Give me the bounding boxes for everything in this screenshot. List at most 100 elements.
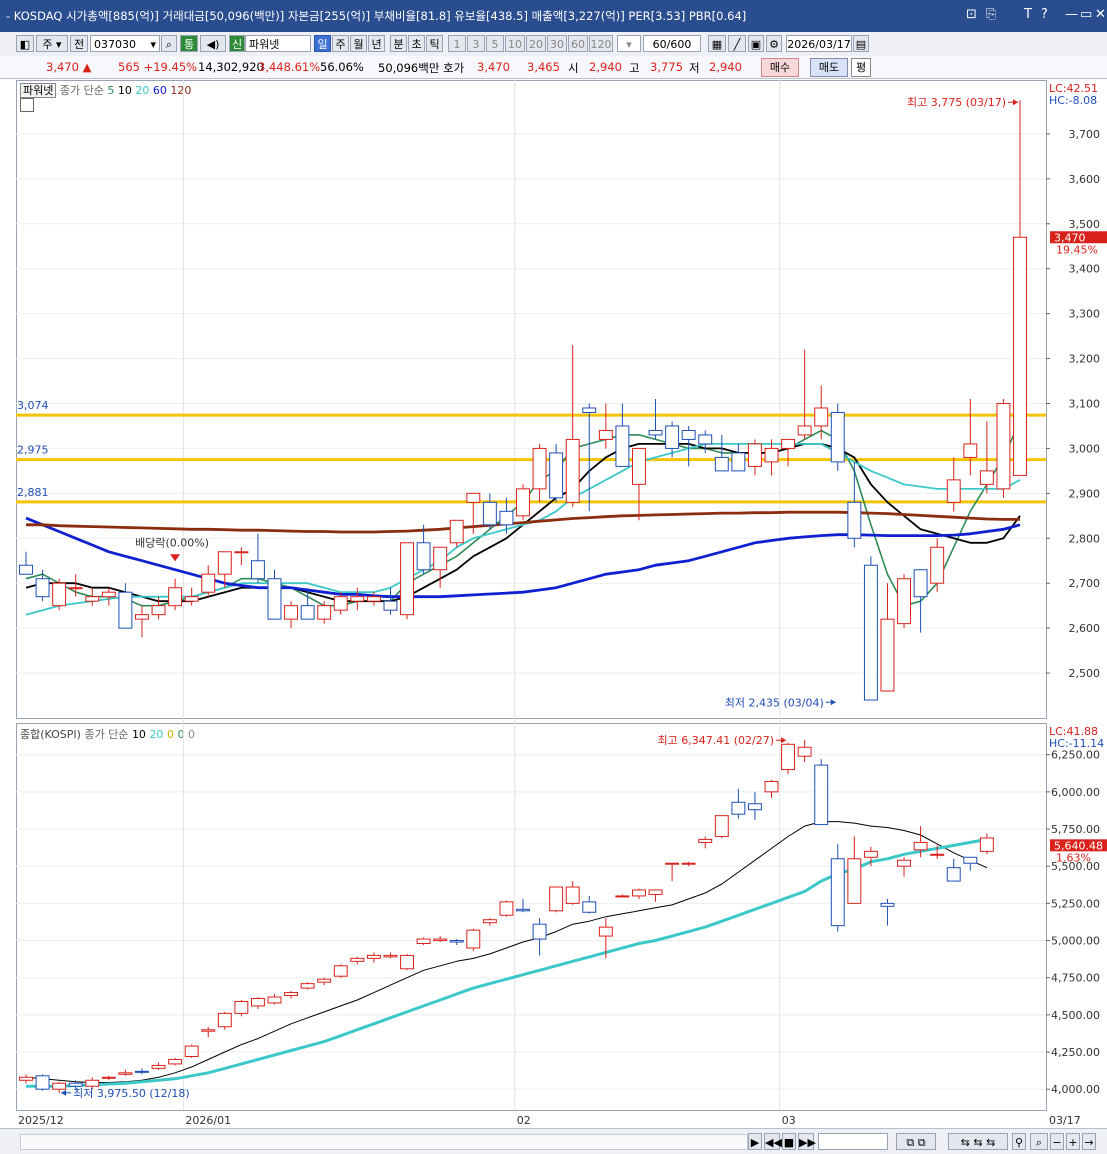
period-month-tab[interactable]: 월 [350, 35, 367, 52]
indicator-icon[interactable]: ⇆ ⇆ ⇆ [948, 1133, 1008, 1150]
kospi-legend-ma-a: 0 [166, 728, 174, 741]
kospi-legend-ma-c: 0 [187, 728, 195, 741]
average-button[interactable]: 평 [851, 58, 871, 77]
y-tick-label: 4,500.00 [1051, 1009, 1100, 1022]
chart-menu-icon[interactable]: ◧ [16, 35, 34, 52]
pane-settings-icon[interactable] [20, 98, 34, 112]
kospi-pane [16, 723, 1047, 1111]
stock-code-input[interactable]: 037030 ▾ [90, 35, 160, 52]
y-tick-label: 4,750.00 [1051, 972, 1100, 985]
tile-icon[interactable]: ⧉ ⧉ [896, 1133, 936, 1150]
kospi-hc-label: HC:-11.14 [1049, 737, 1105, 750]
market-select[interactable]: 주 ▾ [36, 35, 68, 52]
speaker-icon[interactable]: ◀) [200, 35, 226, 52]
kospi-legend-title[interactable]: 종합(KOSPI) [20, 728, 81, 741]
count-field[interactable]: 60/600 [643, 35, 701, 52]
last-price-label: 3,470 [1054, 231, 1086, 244]
rewind-icon[interactable]: ◀◀ [764, 1133, 782, 1150]
buy-button[interactable]: 매수 [761, 58, 799, 77]
draw-icon[interactable]: ╱ [728, 35, 746, 52]
play-icon[interactable]: ▶ [748, 1133, 762, 1150]
save-icon[interactable]: ▣ [748, 35, 764, 52]
minute-10-button[interactable]: 10 [505, 35, 525, 52]
trade-amount: 50,096백만 [378, 61, 440, 75]
open-price: 2,940 [589, 60, 622, 74]
minimize-icon[interactable]: — [1065, 7, 1078, 22]
sell-button[interactable]: 매도 [810, 58, 848, 77]
period-day-tab[interactable]: 일 [314, 35, 331, 52]
last-price-pct: 1.63% [1056, 851, 1091, 864]
high-price: 3,775 [650, 60, 683, 74]
calendar-icon[interactable]: ▤ [853, 35, 869, 52]
legend-ma120: 120 [170, 84, 192, 97]
quote-bar: 3,470 ▲ 565 +19.45% 14,302,920 3,448.61%… [0, 56, 1107, 79]
volume: 14,302,920 [198, 60, 264, 74]
arrow-right-icon[interactable]: → [1082, 1133, 1096, 1150]
tools-icon[interactable]: ▦ [708, 35, 726, 52]
y-tick-label: 2,800 [1069, 532, 1101, 545]
legend-ma60: 60 [152, 84, 167, 97]
help-icon[interactable]: ? [1041, 7, 1048, 22]
kospi-legend: 종합(KOSPI) 종가 단순 10 20 0 0 0 [20, 726, 195, 742]
zoom-slider[interactable] [818, 1133, 888, 1150]
sync-button[interactable]: 통 [180, 35, 198, 52]
stock-code-value: 037030 [94, 38, 136, 51]
chart-toolbar: ◧ 주 ▾ 전 037030 ▾ ⌕ 통 ◀) 신 파워넷 일 주 월 년 분 초… [0, 32, 1107, 57]
minute-60-button[interactable]: 60 [568, 35, 588, 52]
forward-icon[interactable]: ▶▶ [798, 1133, 816, 1150]
y-tick-label: 4,250.00 [1051, 1046, 1100, 1059]
last-price-tag [1050, 839, 1107, 852]
zoom-icon[interactable]: ⚲ [1012, 1133, 1026, 1150]
y-tick-label: 2,700 [1069, 577, 1101, 590]
y-tick-label: 3,300 [1069, 308, 1101, 321]
period-year-tab[interactable]: 년 [368, 35, 385, 52]
zoom-in-icon[interactable]: + [1066, 1133, 1080, 1150]
main-legend: 파워넷 종가 단순 5 10 20 60 120 [20, 82, 191, 98]
y-tick-label: 3,500 [1069, 218, 1101, 231]
period-minute-tab[interactable]: 분 [390, 35, 407, 52]
y-tick-label: 3,600 [1069, 173, 1101, 186]
date-field[interactable]: 2026/03/17 [786, 35, 852, 52]
zoom-out-icon[interactable]: − [1050, 1133, 1064, 1150]
maximize-icon[interactable]: ▭ [1080, 7, 1092, 22]
window-titlebar: - KOSDAQ 시가총액[885(억)] 거래대금[50,096(백만)] 자… [0, 0, 1107, 32]
volume-ratio: 3,448.61% [258, 60, 321, 74]
search-zoom-icon[interactable]: ⌕ [1030, 1133, 1048, 1150]
minute-120-button[interactable]: 120 [589, 35, 613, 52]
new-badge: 신 [229, 35, 245, 52]
x-tick-label: 03/17 [1049, 1114, 1081, 1127]
ask-price: 3,470 [477, 60, 510, 74]
close-icon[interactable]: ✕ [1095, 7, 1106, 22]
text-icon[interactable]: T [1024, 7, 1032, 22]
scroll-track[interactable] [20, 1134, 748, 1150]
stock-name-field[interactable]: 파워넷 [245, 35, 311, 52]
x-tick-label: 2026/01 [185, 1114, 231, 1127]
copy-icon[interactable]: ⎘ [986, 7, 996, 22]
last-price-pct: 19.45% [1056, 243, 1098, 256]
gear-icon[interactable]: ⚙ [766, 35, 782, 52]
minute-3-button[interactable]: 3 [467, 35, 485, 52]
layout-icon[interactable]: ⊡ [966, 7, 977, 22]
stop-icon[interactable]: ■ [782, 1133, 796, 1150]
minute-5-button[interactable]: 5 [486, 35, 504, 52]
period-second-tab[interactable]: 초 [408, 35, 425, 52]
y-tick-label: 2,900 [1069, 487, 1101, 500]
period-tick-tab[interactable]: 틱 [426, 35, 443, 52]
custom-period-select[interactable]: ▾ [617, 35, 641, 52]
main-hc-label: HC:-8.08 [1049, 94, 1098, 107]
x-tick-label: 03 [782, 1114, 796, 1127]
minute-1-button[interactable]: 1 [448, 35, 466, 52]
main-legend-ma-label: 종가 단순 [59, 84, 104, 97]
x-tick-label: 2025/12 [18, 1114, 64, 1127]
low-label: 저 [689, 61, 700, 75]
minute-30-button[interactable]: 30 [547, 35, 567, 52]
prev-button[interactable]: 전 [70, 35, 88, 52]
y-tick-label: 3,100 [1069, 397, 1101, 410]
minute-20-button[interactable]: 20 [526, 35, 546, 52]
search-icon[interactable]: ⌕ [161, 35, 177, 52]
y-tick-label: 2,600 [1069, 622, 1101, 635]
main-legend-title[interactable]: 파워넷 [20, 83, 57, 98]
y-tick-label: 3,700 [1069, 128, 1101, 141]
kospi-legend-ma-label: 종가 단순 [84, 728, 129, 741]
period-week-tab[interactable]: 주 [332, 35, 349, 52]
